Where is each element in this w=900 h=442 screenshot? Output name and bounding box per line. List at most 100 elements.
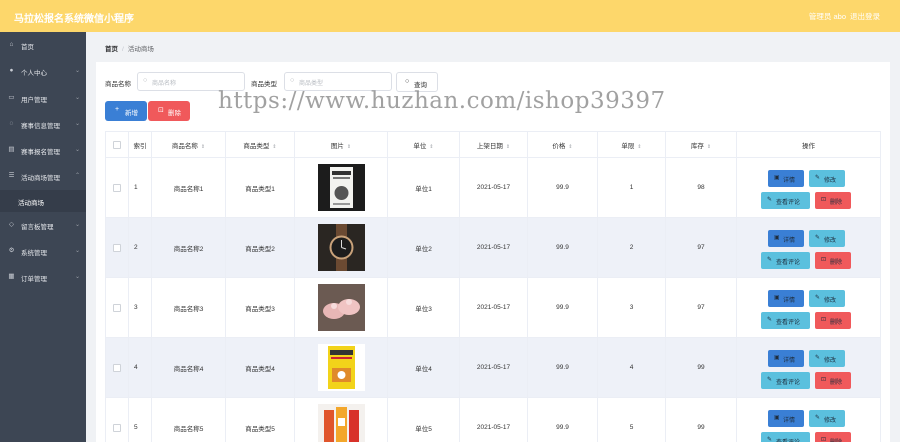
row-limit: 1	[597, 157, 666, 218]
detail-button[interactable]: ▣ 详情	[768, 349, 804, 367]
batch-delete-button[interactable]: ⊡ 删除	[148, 101, 190, 121]
view-reviews-button[interactable]: ✎查看评论	[761, 251, 810, 269]
delete-button[interactable]: ⊡删除	[815, 251, 851, 269]
column-header-type[interactable]: 商品类型 ⇕	[225, 131, 295, 158]
search-icon: ○	[290, 77, 295, 84]
row-checkbox[interactable]	[105, 217, 129, 278]
add-button[interactable]: + 新增	[105, 101, 147, 121]
row-price: 99.9	[527, 337, 598, 398]
row-stock: 99	[665, 337, 737, 398]
row-checkbox[interactable]	[105, 397, 129, 442]
message-icon: ◇	[9, 220, 14, 228]
trash-icon: ⊡	[158, 107, 164, 114]
edit-button[interactable]: ✎ 修改	[809, 349, 845, 367]
row-unit: 单位5	[387, 397, 460, 442]
column-header-stock[interactable]: 库存 ⇕	[665, 131, 737, 158]
row-checkbox[interactable]	[105, 157, 129, 218]
drink-cartons-image	[317, 404, 365, 442]
sidebar-item-profile[interactable]: ● 个人中心 ⌄	[0, 58, 86, 84]
row-date: 2021-05-17	[459, 217, 528, 278]
row-price: 99.9	[527, 217, 598, 278]
delete-button[interactable]: ⊡删除	[815, 371, 851, 389]
sidebar-item-event-register[interactable]: ▤ 赛事报名管理 ⌄	[0, 137, 86, 163]
sidebar-subitem-shop[interactable]: 活动商场	[0, 189, 86, 212]
trash-icon: ⊡	[821, 316, 827, 323]
row-actions: ▣详情 ✎修改 ✎查看评论 ⊡删除	[736, 337, 881, 398]
row-name: 商品名称3	[151, 277, 226, 338]
book-cover-image	[317, 164, 365, 211]
view-reviews-button[interactable]: ✎查看评论	[761, 431, 810, 442]
row-actions: ▣详情 ✎修改 ✎查看评论 ⊡删除	[736, 277, 881, 338]
sidebar-item-shop-manage[interactable]: ☰ 活动商场管理 ⌃	[0, 163, 86, 189]
trash-icon: ⊡	[821, 196, 827, 203]
table-row: 4 商品名称4 商品类型4 单位4 2021-05-17 99.9 4 99 ▣…	[105, 337, 881, 398]
product-type-label: 商品类型	[251, 81, 277, 88]
delete-button[interactable]: ⊡删除	[815, 191, 851, 209]
edit-button[interactable]: ✎ 修改	[809, 409, 845, 427]
delete-button[interactable]: ⊡删除	[815, 311, 851, 329]
trash-icon: ⊡	[821, 376, 827, 383]
column-header-image[interactable]: 图片 ⇕	[294, 131, 388, 158]
edit-icon: ✎	[815, 354, 821, 361]
row-name: 商品名称4	[151, 337, 226, 398]
edit-icon: ✎	[767, 256, 773, 263]
edit-button[interactable]: ✎ 修改	[809, 229, 845, 247]
detail-button[interactable]: ▣ 详情	[768, 409, 804, 427]
chevron-up-icon: ⌃	[74, 173, 80, 180]
sort-icon: ⇕	[200, 143, 206, 150]
chevron-down-icon: ⌄	[74, 248, 80, 255]
wristwatch-image	[317, 224, 365, 271]
edit-button[interactable]: ✎ 修改	[809, 169, 845, 187]
row-name: 商品名称1	[151, 157, 226, 218]
detail-button[interactable]: ▣ 详情	[768, 289, 804, 307]
row-image	[294, 397, 388, 442]
view-reviews-button[interactable]: ✎查看评论	[761, 311, 810, 329]
row-checkbox[interactable]	[105, 337, 129, 398]
admin-user-label: 管理员 abo	[808, 12, 846, 21]
sidebar-item-system[interactable]: ⚙ 系统管理 ⌄	[0, 238, 86, 264]
edit-icon: ✎	[767, 196, 773, 203]
row-unit: 单位4	[387, 337, 460, 398]
row-type: 商品类型4	[225, 337, 295, 398]
row-name: 商品名称5	[151, 397, 226, 442]
detail-button[interactable]: ▣ 详情	[768, 169, 804, 187]
search-icon: ○	[143, 77, 148, 84]
view-reviews-button[interactable]: ✎查看评论	[761, 191, 810, 209]
sort-icon: ⇕	[346, 143, 352, 150]
row-stock: 97	[665, 277, 737, 338]
sort-icon: ⇕	[505, 143, 511, 150]
column-header-index: 索引	[128, 131, 152, 158]
logout-link[interactable]: 退出登录	[850, 11, 880, 22]
select-all-checkbox[interactable]	[105, 131, 129, 158]
breadcrumb-home[interactable]: 首页	[105, 46, 118, 53]
sidebar-item-event-info[interactable]: ◌ 赛事信息管理 ⌄	[0, 111, 86, 137]
edit-button[interactable]: ✎ 修改	[809, 289, 845, 307]
sidebar-item-home[interactable]: ⌂ 首页	[0, 32, 86, 58]
sort-icon: ⇕	[568, 143, 573, 150]
delete-button[interactable]: ⊡删除	[815, 431, 851, 442]
sidebar-item-users[interactable]: ▭ 用户管理 ⌄	[0, 85, 86, 111]
column-header-limit[interactable]: 单限 ⇕	[597, 131, 666, 158]
edit-icon: ✎	[815, 294, 821, 301]
row-index: 3	[128, 277, 152, 338]
sidebar-item-orders[interactable]: ▦ 订单管理 ⌄	[0, 264, 86, 290]
detail-button[interactable]: ▣ 详情	[768, 229, 804, 247]
product-name-label: 商品名称	[105, 81, 131, 88]
row-image	[294, 277, 388, 338]
users-icon: ▭	[8, 93, 15, 101]
yellow-book-image	[317, 344, 365, 391]
row-price: 99.9	[527, 397, 598, 442]
row-index: 5	[128, 397, 152, 442]
view-reviews-button[interactable]: ✎查看评论	[761, 371, 810, 389]
breadcrumb-separator: /	[122, 46, 124, 53]
column-header-unit[interactable]: 单位 ⇕	[387, 131, 460, 158]
row-stock: 99	[665, 397, 737, 442]
plus-icon: +	[115, 106, 120, 113]
row-checkbox[interactable]	[105, 277, 129, 338]
edit-icon: ✎	[815, 234, 821, 241]
column-header-price[interactable]: 价格 ⇕	[527, 131, 598, 158]
sidebar-item-messages[interactable]: ◇ 留言板管理 ⌄	[0, 212, 86, 238]
column-header-date[interactable]: 上架日期 ⇕	[459, 131, 528, 158]
user-icon: ●	[9, 67, 14, 75]
column-header-name[interactable]: 商品名称 ⇕	[151, 131, 226, 158]
